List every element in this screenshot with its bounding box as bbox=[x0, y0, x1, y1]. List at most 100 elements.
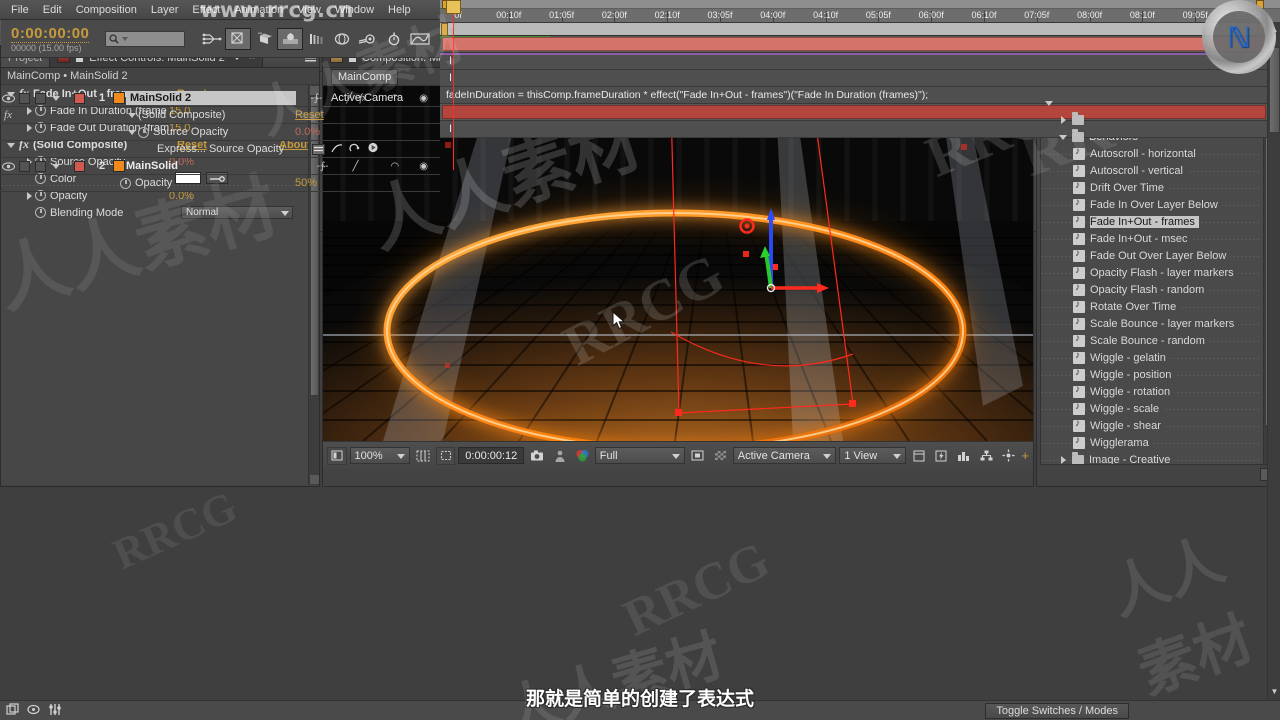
animation-preset-icon bbox=[1073, 401, 1085, 415]
row-solo-toggle[interactable] bbox=[34, 92, 46, 104]
expression-pickwhip-icon[interactable] bbox=[349, 143, 361, 156]
row-parent-icon[interactable]: -∱- bbox=[317, 161, 329, 172]
twisty-closed-icon[interactable] bbox=[1059, 115, 1069, 125]
animation-preset-icon bbox=[1073, 384, 1085, 398]
animation-preset-icon bbox=[1073, 265, 1085, 279]
table-row[interactable]: Express... Source Opacity bbox=[0, 141, 440, 158]
property-value[interactable]: 0.0% bbox=[295, 126, 320, 138]
layer-duration-bar-2[interactable] bbox=[442, 105, 1266, 119]
menu-item-help[interactable]: Help bbox=[381, 2, 418, 18]
timeline-row-5[interactable]: I bbox=[440, 121, 1280, 138]
menu-item-view[interactable]: View bbox=[290, 2, 328, 18]
scrollbar-thumb[interactable] bbox=[1269, 47, 1280, 133]
timeline-row-4[interactable] bbox=[440, 104, 1280, 121]
timecode-display[interactable]: 0:00:00:00 00000 (15.00 fps) bbox=[11, 25, 90, 53]
breadcrumb: MainComp • MainSolid 2 bbox=[1, 68, 319, 85]
expression-play-icon[interactable] bbox=[367, 142, 379, 156]
layer-name[interactable]: MainSolid 2 bbox=[126, 91, 296, 105]
timeline-vertical-scrollbar[interactable]: ▲ ▼ bbox=[1267, 23, 1280, 700]
param-name: Blending Mode bbox=[50, 206, 124, 219]
label-color-chip[interactable] bbox=[73, 160, 85, 172]
menu-item-animation[interactable]: Animation bbox=[227, 2, 290, 18]
blending-mode-select[interactable]: Normal bbox=[181, 206, 293, 219]
enable-motion-blur-icon[interactable] bbox=[303, 28, 329, 50]
twisty-closed-icon[interactable] bbox=[1059, 455, 1069, 465]
row-quality-icon[interactable]: ╱ bbox=[353, 161, 359, 172]
work-area-bar[interactable] bbox=[440, 23, 1280, 36]
timeline-row-1[interactable] bbox=[440, 36, 1280, 53]
ruler-tick-label: 03:05f bbox=[707, 10, 733, 20]
cti-handle[interactable] bbox=[446, 0, 461, 14]
row-eye-icon[interactable] bbox=[0, 161, 16, 171]
row-3d-icon[interactable]: ◉ bbox=[419, 93, 428, 104]
param-blending-mode[interactable]: Blending Mode Normal bbox=[1, 204, 319, 221]
twisty-open-icon[interactable] bbox=[1059, 132, 1069, 142]
table-row[interactable]: Source Opacity 0.0% bbox=[0, 124, 440, 141]
ruler-tick-label: 07:05f bbox=[1024, 10, 1050, 20]
twisty-open-icon[interactable] bbox=[1045, 98, 1055, 108]
folder-icon bbox=[1072, 111, 1084, 125]
label-color-chip[interactable] bbox=[73, 92, 85, 104]
menu-item-file[interactable]: File bbox=[4, 2, 36, 18]
twisty-open-icon[interactable] bbox=[128, 127, 138, 137]
folder-icon bbox=[1072, 451, 1084, 464]
draft-3d-icon[interactable] bbox=[225, 27, 252, 50]
expression-graph-icon[interactable] bbox=[331, 143, 343, 156]
expression-enable-icon[interactable] bbox=[312, 143, 325, 155]
animation-preset-icon bbox=[1073, 197, 1085, 211]
animation-preset-icon bbox=[1073, 316, 1085, 330]
timeline-search-input[interactable] bbox=[105, 30, 186, 47]
magnification-select[interactable]: 100% bbox=[349, 447, 411, 464]
menu-item-effect[interactable]: Effect bbox=[185, 2, 227, 18]
property-value[interactable]: 50% bbox=[295, 177, 317, 189]
chevron-down-icon bbox=[281, 211, 289, 216]
graph-editor-stopwatch-icon[interactable] bbox=[381, 28, 407, 50]
composition-mini-flowchart-icon[interactable] bbox=[199, 28, 225, 50]
timeline-graph[interactable]: 00:10f 01:05f 02:00f 02:10f 03:05f 04:00f 04:1… bbox=[440, 0, 1280, 720]
table-row[interactable]: fx (Solid Composite) Reset bbox=[0, 107, 440, 124]
reset-link[interactable]: Reset bbox=[295, 109, 324, 121]
menu-item-composition[interactable]: Composition bbox=[69, 2, 144, 18]
hide-shy-layers-icon[interactable] bbox=[251, 28, 277, 50]
timeline-row-3[interactable]: I bbox=[440, 70, 1280, 87]
row-3d-icon[interactable]: ◉ bbox=[419, 161, 428, 172]
ruler-top-strip bbox=[440, 0, 1280, 9]
grid-guides-icon[interactable] bbox=[413, 447, 433, 465]
twisty-open-icon[interactable] bbox=[128, 110, 138, 120]
enable-frame-blending-icon[interactable] bbox=[277, 27, 304, 50]
work-area-left[interactable] bbox=[441, 23, 448, 36]
stopwatch-icon[interactable] bbox=[35, 207, 46, 218]
chevron-down-icon[interactable] bbox=[122, 36, 129, 41]
twisty-closed-icon[interactable] bbox=[25, 191, 35, 201]
row-eye-icon[interactable] bbox=[0, 93, 16, 103]
menu-item-layer[interactable]: Layer bbox=[144, 2, 186, 18]
graph-editor-icon[interactable] bbox=[407, 28, 433, 50]
row-index: 1 bbox=[98, 92, 106, 104]
stopwatch-icon[interactable] bbox=[120, 177, 131, 189]
auto-keyframe-icon[interactable] bbox=[355, 28, 381, 50]
always-preview-icon[interactable] bbox=[327, 446, 347, 465]
row-audio-toggle[interactable] bbox=[18, 160, 30, 172]
menu-item-edit[interactable]: Edit bbox=[36, 2, 69, 18]
row-motion-blur-icon[interactable]: ◠ bbox=[391, 161, 400, 172]
comp-chip[interactable]: MainComp bbox=[331, 68, 399, 85]
layer-name[interactable]: MainSolid bbox=[126, 160, 178, 172]
scroll-down-button[interactable] bbox=[310, 475, 319, 484]
table-row[interactable]: 2 MainSolid -∱- ╱ ◠ ◉ bbox=[0, 158, 440, 175]
layer-duration-bar[interactable] bbox=[442, 37, 1266, 51]
time-ruler[interactable]: 00:10f 01:05f 02:00f 02:10f 03:05f 04:00f 04:1… bbox=[440, 0, 1280, 23]
timeline-row-2[interactable]: I bbox=[440, 53, 1280, 70]
row-parent-icon[interactable]: -∱- bbox=[310, 93, 322, 104]
stopwatch-icon[interactable] bbox=[138, 126, 149, 138]
expression-text[interactable]: fadeInDuration = thisComp.frameDuration … bbox=[446, 89, 928, 101]
animation-preset-icon bbox=[1073, 350, 1085, 364]
menu-item-window[interactable]: Window bbox=[328, 2, 381, 18]
table-row[interactable]: Opacity 50% bbox=[0, 175, 440, 192]
row-audio-toggle[interactable] bbox=[18, 92, 30, 104]
twisty-open-icon[interactable] bbox=[52, 161, 62, 171]
current-time-indicator[interactable] bbox=[446, 0, 461, 170]
brainstorm-icon[interactable] bbox=[329, 28, 355, 50]
twisty-open-icon[interactable] bbox=[52, 93, 62, 103]
row-solo-toggle[interactable] bbox=[34, 160, 46, 172]
timeline-row-expression[interactable]: fadeInDuration = thisComp.frameDuration … bbox=[440, 87, 1280, 104]
